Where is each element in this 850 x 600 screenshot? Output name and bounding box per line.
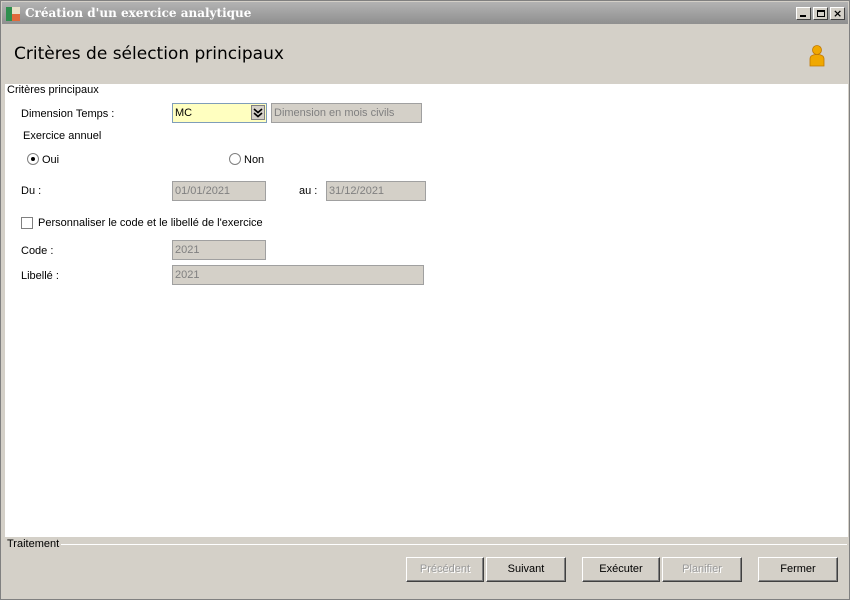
code-value: 2021 xyxy=(175,244,200,256)
window: Création d'un exercice analytique × Crit… xyxy=(0,0,850,600)
close-icon: × xyxy=(833,7,843,20)
code-label: Code : xyxy=(21,245,54,257)
executer-button[interactable]: Exécuter xyxy=(582,557,660,582)
window-title: Création d'un exercice analytique xyxy=(25,6,252,20)
app-icon xyxy=(6,7,20,21)
personnaliser-checkbox[interactable] xyxy=(21,217,33,229)
radio-non-label[interactable]: Non xyxy=(244,154,264,166)
au-value: 31/12/2021 xyxy=(329,185,385,197)
personnaliser-label[interactable]: Personnaliser le code et le libellé de l… xyxy=(38,217,263,229)
du-label: Du : xyxy=(21,185,42,197)
title-bar[interactable]: Création d'un exercice analytique × xyxy=(2,2,848,24)
fermer-button[interactable]: Fermer xyxy=(758,557,838,582)
maximize-icon xyxy=(817,10,825,17)
radio-selected-dot xyxy=(31,157,35,161)
page-title: Critères de sélection principaux xyxy=(14,44,284,64)
footer-divider xyxy=(61,544,847,545)
au-date-field: 31/12/2021 xyxy=(326,181,426,201)
group-title-criteres: Critères principaux xyxy=(7,84,103,96)
dimension-value: MC xyxy=(175,107,193,119)
minimize-icon xyxy=(800,15,806,17)
group-title-traitement: Traitement xyxy=(7,538,60,550)
planifier-button[interactable]: Planifier xyxy=(662,557,742,582)
radio-non[interactable] xyxy=(229,153,241,165)
person-icon xyxy=(809,45,825,67)
group-divider xyxy=(5,90,848,91)
dimension-label: Dimension Temps : xyxy=(21,108,115,120)
page-header: Critères de sélection principaux xyxy=(2,24,848,84)
main-panel: Critères principaux Dimension Temps : MC… xyxy=(5,84,848,537)
libelle-label: Libellé : xyxy=(21,270,59,282)
chevron-double-down-icon xyxy=(253,108,263,118)
du-date-field: 01/01/2021 xyxy=(172,181,266,201)
du-value: 01/01/2021 xyxy=(175,185,231,197)
precedent-button[interactable]: Précédent xyxy=(406,557,484,582)
exercice-annuel-label: Exercice annuel xyxy=(23,130,102,142)
minimize-button[interactable] xyxy=(796,7,811,20)
radio-oui-label[interactable]: Oui xyxy=(42,154,59,166)
close-button[interactable]: × xyxy=(830,7,845,20)
dimension-dropdown-button[interactable] xyxy=(251,105,265,120)
libelle-field: 2021 xyxy=(172,265,424,285)
dimension-description-field: Dimension en mois civils xyxy=(271,103,422,123)
dimension-description: Dimension en mois civils xyxy=(274,107,395,119)
maximize-button[interactable] xyxy=(813,7,828,20)
libelle-value: 2021 xyxy=(175,269,200,281)
radio-oui[interactable] xyxy=(27,153,39,165)
au-label: au : xyxy=(299,185,318,197)
suivant-button[interactable]: Suivant xyxy=(486,557,566,582)
code-field: 2021 xyxy=(172,240,266,260)
